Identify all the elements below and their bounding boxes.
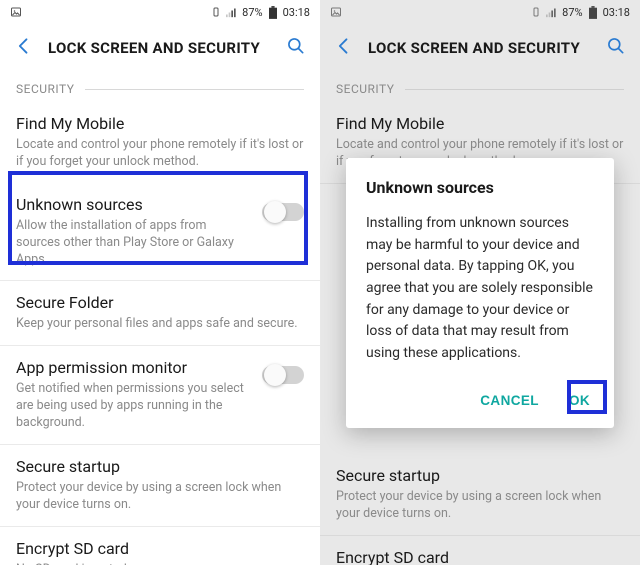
- item-title: Unknown sources: [16, 195, 252, 214]
- data-saver-icon: [210, 6, 222, 18]
- section-header: SECURITY: [0, 72, 320, 102]
- item-desc: No SD card inserted: [16, 562, 304, 565]
- picture-icon: [10, 6, 22, 18]
- toggle-unknown-sources[interactable]: [262, 203, 304, 221]
- item-encrypt-sd[interactable]: Encrypt SD card No SD card inserted: [0, 527, 320, 565]
- ok-button[interactable]: OK: [565, 385, 594, 416]
- signal-icon: [226, 6, 238, 18]
- item-find-my-mobile[interactable]: Find My Mobile Locate and control your p…: [0, 102, 320, 183]
- item-title: Secure Folder: [16, 293, 304, 312]
- status-bar: 87% 03:18: [0, 0, 320, 24]
- dialog-title: Unknown sources: [366, 178, 594, 197]
- battery-icon: [267, 6, 279, 18]
- right-screenshot: 87% 03:18 LOCK SCREEN AND SECURITY SECUR…: [320, 0, 640, 565]
- item-title: Find My Mobile: [16, 114, 304, 133]
- battery-pct: 87%: [242, 6, 262, 19]
- left-screenshot: 87% 03:18 LOCK SCREEN AND SECURITY SECUR…: [0, 0, 320, 565]
- dialog-unknown-sources: Unknown sources Installing from unknown …: [346, 158, 614, 428]
- modal-overlay: Unknown sources Installing from unknown …: [320, 0, 640, 565]
- section-label: SECURITY: [16, 82, 75, 96]
- clock: 03:18: [283, 6, 310, 19]
- item-desc: Locate and control your phone remotely i…: [16, 137, 304, 171]
- search-icon[interactable]: [286, 36, 306, 60]
- item-desc: Get notified when permissions you select…: [16, 381, 252, 432]
- dialog-actions: CANCEL OK: [366, 385, 594, 416]
- item-title: Secure startup: [16, 457, 304, 476]
- item-title: Encrypt SD card: [16, 539, 304, 558]
- item-secure-startup[interactable]: Secure startup Protect your device by us…: [0, 445, 320, 527]
- dialog-body: Installing from unknown sources may be h…: [366, 213, 594, 365]
- item-desc: Keep your personal files and apps safe a…: [16, 316, 304, 333]
- item-desc: Allow the installation of apps from sour…: [16, 218, 252, 269]
- cancel-button[interactable]: CANCEL: [476, 385, 543, 416]
- app-bar: LOCK SCREEN AND SECURITY: [0, 24, 320, 72]
- item-secure-folder[interactable]: Secure Folder Keep your personal files a…: [0, 281, 320, 346]
- item-app-permission-monitor[interactable]: App permission monitor Get notified when…: [0, 346, 320, 445]
- item-title: App permission monitor: [16, 358, 252, 377]
- item-unknown-sources[interactable]: Unknown sources Allow the installation o…: [0, 183, 320, 282]
- back-icon[interactable]: [14, 36, 34, 61]
- page-title: LOCK SCREEN AND SECURITY: [48, 39, 272, 57]
- toggle-app-permission[interactable]: [262, 366, 304, 384]
- item-desc: Protect your device by using a screen lo…: [16, 480, 304, 514]
- divider: [85, 89, 305, 90]
